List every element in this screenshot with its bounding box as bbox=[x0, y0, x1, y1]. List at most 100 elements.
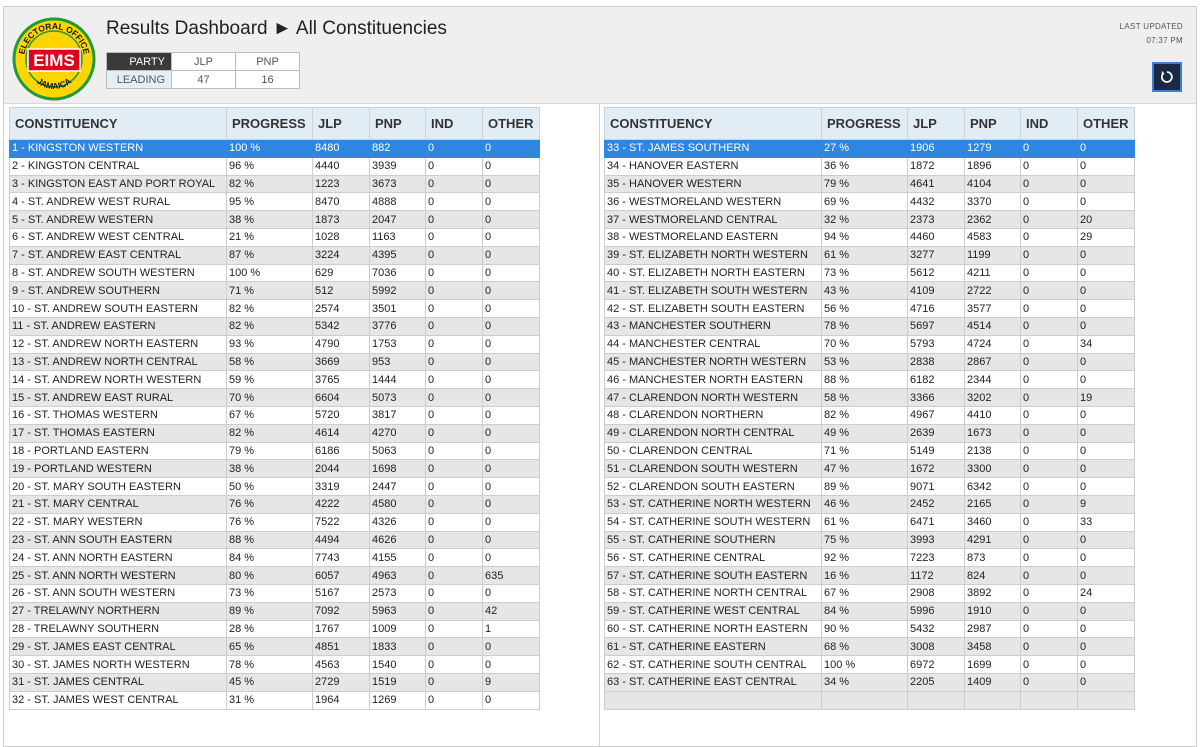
table-row[interactable]: 54 - ST. CATHERINE SOUTH WESTERN 61 % 6471… bbox=[604, 512, 1135, 532]
cell-pnp: 4963 bbox=[369, 566, 426, 585]
col-progress[interactable]: PROGRESS bbox=[226, 107, 313, 140]
table-row[interactable]: 21 - ST. MARY CENTRAL 76 % 4222 4580 0 0 bbox=[9, 494, 540, 514]
table-row[interactable]: 59 - ST. CATHERINE WEST CENTRAL 84 % 5996 1… bbox=[604, 601, 1135, 621]
table-row[interactable]: 9 - ST. ANDREW SOUTHERN 71 % 512 5992 0 0 bbox=[9, 281, 540, 301]
table-row[interactable]: 37 - WESTMORELAND CENTRAL 32 % 2373 2362 0 20 bbox=[604, 210, 1135, 229]
table-row[interactable]: 22 - ST. MARY WESTERN 76 % 7522 4326 0 0 bbox=[9, 512, 540, 532]
col-ind[interactable]: IND bbox=[425, 107, 483, 140]
cell-jlp: 1872 bbox=[907, 156, 965, 176]
cell-progress: 56 % bbox=[821, 299, 908, 318]
table-row[interactable]: 26 - ST. ANN SOUTH WESTERN 73 % 5167 2573 0 0 bbox=[9, 583, 540, 603]
table-row[interactable]: 51 - CLARENDON SOUTH WESTERN 47 % 1672 3300… bbox=[604, 459, 1135, 479]
col-constituency[interactable]: CONSTITUENCY bbox=[9, 107, 227, 140]
table-row[interactable]: 11 - ST. ANDREW EASTERN 82 % 5342 3776 0 0 bbox=[9, 316, 540, 336]
cell-constituency: 21 - ST. MARY CENTRAL bbox=[9, 494, 227, 514]
col-pnp[interactable]: PNP bbox=[964, 107, 1021, 140]
refresh-button[interactable] bbox=[1152, 62, 1182, 92]
table-row[interactable]: 60 - ST. CATHERINE NORTH EASTERN 90 % 5432… bbox=[604, 619, 1135, 639]
table-row[interactable]: 25 - ST. ANN NORTH WESTERN 80 % 6057 4963 0 6… bbox=[9, 566, 540, 585]
table-row[interactable]: 17 - ST. THOMAS EASTERN 82 % 4614 4270 0 0 bbox=[9, 423, 540, 443]
cell-constituency: 45 - MANCHESTER NORTH WESTERN bbox=[604, 352, 822, 372]
table-row[interactable]: 56 - ST. CATHERINE CENTRAL 92 % 7223 873 0 0 bbox=[604, 548, 1135, 568]
table-row[interactable]: 46 - MANCHESTER NORTH EASTERN 88 % 6182 234… bbox=[604, 370, 1135, 390]
col-pnp[interactable]: PNP bbox=[369, 107, 426, 140]
table-row[interactable]: 28 - TRELAWNY SOUTHERN 28 % 1767 1009 0 1 bbox=[9, 619, 540, 639]
cell-ind: 0 bbox=[425, 388, 483, 407]
table-row[interactable]: 63 - ST. CATHERINE EAST CENTRAL 34 % 2205 1… bbox=[604, 672, 1135, 692]
col-constituency[interactable]: CONSTITUENCY bbox=[604, 107, 822, 140]
table-row[interactable]: 52 - CLARENDON SOUTH EASTERN 89 % 9071 6342… bbox=[604, 477, 1135, 496]
table-row[interactable]: 58 - ST. CATHERINE NORTH CENTRAL 67 % 2908… bbox=[604, 583, 1135, 603]
cell-jlp: 6471 bbox=[907, 512, 965, 532]
table-row[interactable]: 2 - KINGSTON CENTRAL 96 % 4440 3939 0 0 bbox=[9, 156, 540, 176]
table-row[interactable]: 12 - ST. ANDREW NORTH EASTERN 93 % 4790 175… bbox=[9, 334, 540, 354]
col-ind[interactable]: IND bbox=[1020, 107, 1078, 140]
table-row[interactable]: 29 - ST. JAMES EAST CENTRAL 65 % 4851 1833 0… bbox=[9, 637, 540, 657]
table-row[interactable]: 7 - ST. ANDREW EAST CENTRAL 87 % 3224 4395 0… bbox=[9, 245, 540, 265]
cell-pnp: 1673 bbox=[964, 423, 1021, 443]
table-row[interactable]: 41 - ST. ELIZABETH SOUTH WESTERN 43 % 4109… bbox=[604, 281, 1135, 301]
cell-other: 0 bbox=[1077, 156, 1135, 176]
table-row[interactable]: 16 - ST. THOMAS WESTERN 67 % 5720 3817 0 0 bbox=[9, 405, 540, 425]
table-row[interactable]: 50 - CLARENDON CENTRAL 71 % 5149 2138 0 0 bbox=[604, 441, 1135, 461]
table-row[interactable]: 23 - ST. ANN SOUTH EASTERN 88 % 4494 4626 0 0 bbox=[9, 530, 540, 550]
cell-pnp: 824 bbox=[964, 566, 1021, 585]
cell-jlp: 1767 bbox=[312, 619, 370, 639]
cell-other: 0 bbox=[1077, 619, 1135, 639]
table-row[interactable]: 8 - ST. ANDREW SOUTH WESTERN 100 % 629 7036… bbox=[9, 263, 540, 283]
table-row[interactable]: 45 - MANCHESTER NORTH WESTERN 53 % 2838 286… bbox=[604, 352, 1135, 372]
table-row[interactable]: 61 - ST. CATHERINE EASTERN 68 % 3008 3458 0 0 bbox=[604, 637, 1135, 657]
table-row[interactable]: 30 - ST. JAMES NORTH WESTERN 78 % 4563 1540… bbox=[9, 655, 540, 674]
table-row[interactable]: 40 - ST. ELIZABETH NORTH EASTERN 73 % 5612… bbox=[604, 263, 1135, 283]
table-row[interactable]: 6 - ST. ANDREW WEST CENTRAL 21 % 1028 1163 0… bbox=[9, 227, 540, 247]
table-row[interactable]: 34 - HANOVER EASTERN 36 % 1872 1896 0 0 bbox=[604, 156, 1135, 176]
table-row[interactable]: 19 - PORTLAND WESTERN 38 % 2044 1698 0 0 bbox=[9, 459, 540, 479]
table-row[interactable]: 15 - ST. ANDREW EAST RURAL 70 % 6604 5073 0 0 bbox=[9, 388, 540, 407]
table-row[interactable]: 55 - ST. CATHERINE SOUTHERN 75 % 3993 4291 0… bbox=[604, 530, 1135, 550]
table-row[interactable]: 5 - ST. ANDREW WESTERN 38 % 1873 2047 0 0 bbox=[9, 210, 540, 229]
table-row[interactable]: 53 - ST. CATHERINE NORTH WESTERN 46 % 2452… bbox=[604, 494, 1135, 514]
table-row[interactable]: 10 - ST. ANDREW SOUTH EASTERN 82 % 2574 350… bbox=[9, 299, 540, 318]
table-row[interactable]: 4 - ST. ANDREW WEST RURAL 95 % 8470 4888 0 0 bbox=[9, 192, 540, 212]
cell-pnp: 3817 bbox=[369, 405, 426, 425]
col-progress[interactable]: PROGRESS bbox=[821, 107, 908, 140]
cell-jlp: 6604 bbox=[312, 388, 370, 407]
table-row[interactable]: 35 - HANOVER WESTERN 79 % 4641 4104 0 0 bbox=[604, 174, 1135, 194]
table-row[interactable]: 39 - ST. ELIZABETH NORTH WESTERN 61 % 3277… bbox=[604, 245, 1135, 265]
cell-pnp: 1269 bbox=[369, 690, 426, 710]
cell-pnp: 3892 bbox=[964, 583, 1021, 603]
table-row[interactable]: 44 - MANCHESTER CENTRAL 70 % 5793 4724 0 34 bbox=[604, 334, 1135, 354]
table-row[interactable]: 36 - WESTMORELAND WESTERN 69 % 4432 3370 0 0 bbox=[604, 192, 1135, 212]
table-row[interactable]: 32 - ST. JAMES WEST CENTRAL 31 % 1964 1269 0… bbox=[9, 690, 540, 710]
table-row[interactable]: 49 - CLARENDON NORTH CENTRAL 49 % 2639 1673… bbox=[604, 423, 1135, 443]
table-row[interactable]: 14 - ST. ANDREW NORTH WESTERN 59 % 3765 144… bbox=[9, 370, 540, 390]
table-row[interactable]: 20 - ST. MARY SOUTH EASTERN 50 % 3319 2447 0… bbox=[9, 477, 540, 496]
table-row[interactable]: 33 - ST. JAMES SOUTHERN 27 % 1906 1279 0 0 bbox=[604, 139, 1135, 158]
cell-ind: 0 bbox=[1020, 370, 1078, 390]
table-row[interactable]: 42 - ST. ELIZABETH SOUTH EASTERN 56 % 4716… bbox=[604, 299, 1135, 318]
table-row[interactable]: 13 - ST. ANDREW NORTH CENTRAL 58 % 3669 953… bbox=[9, 352, 540, 372]
col-jlp[interactable]: JLP bbox=[907, 107, 965, 140]
table-row[interactable]: 62 - ST. CATHERINE SOUTH CENTRAL 100 % 697… bbox=[604, 655, 1135, 674]
cell-progress: 46 % bbox=[821, 494, 908, 514]
table-row[interactable]: 48 - CLARENDON NORTHERN 82 % 4967 4410 0 0 bbox=[604, 405, 1135, 425]
cell-ind: 0 bbox=[1020, 601, 1078, 621]
table-row[interactable]: 3 - KINGSTON EAST AND PORT ROYAL 82 % 1223… bbox=[9, 174, 540, 194]
table-row[interactable]: 18 - PORTLAND EASTERN 79 % 6186 5063 0 0 bbox=[9, 441, 540, 461]
col-other[interactable]: OTHER bbox=[1077, 107, 1135, 140]
table-row[interactable]: 47 - CLARENDON NORTH WESTERN 58 % 3366 3202… bbox=[604, 388, 1135, 407]
col-other[interactable]: OTHER bbox=[482, 107, 540, 140]
cell-pnp: 4270 bbox=[369, 423, 426, 443]
table-row[interactable]: 57 - ST. CATHERINE SOUTH EASTERN 16 % 1172… bbox=[604, 566, 1135, 585]
table-row[interactable]: 38 - WESTMORELAND EASTERN 94 % 4460 4583 0 29 bbox=[604, 227, 1135, 247]
table-row[interactable]: 27 - TRELAWNY NORTHERN 89 % 7092 5963 0 42 bbox=[9, 601, 540, 621]
cell-other: 0 bbox=[482, 477, 540, 496]
table-row[interactable]: 43 - MANCHESTER SOUTHERN 78 % 5697 4514 0 0 bbox=[604, 316, 1135, 336]
col-jlp[interactable]: JLP bbox=[312, 107, 370, 140]
results-body-right: 33 - ST. JAMES SOUTHERN 27 % 1906 1279 0 0 34 … bbox=[604, 139, 1135, 710]
table-row[interactable]: 31 - ST. JAMES CENTRAL 45 % 2729 1519 0 9 bbox=[9, 672, 540, 692]
table-row[interactable]: 1 - KINGSTON WESTERN 100 % 8480 882 0 0 bbox=[9, 139, 540, 158]
cell-ind: 0 bbox=[1020, 139, 1078, 158]
table-row[interactable]: 24 - ST. ANN NORTH EASTERN 84 % 7743 4155 0 0 bbox=[9, 548, 540, 568]
table-row[interactable] bbox=[604, 690, 1135, 710]
